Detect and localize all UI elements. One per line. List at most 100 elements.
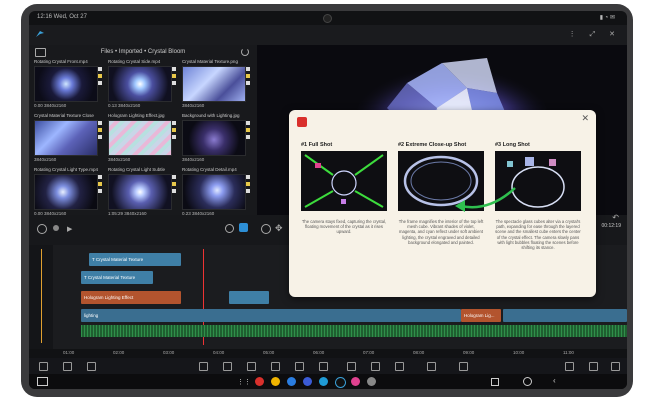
media-clip[interactable]: Rotating Crystal Light Type.mp4 0.00 384… bbox=[34, 167, 104, 219]
dock-app-icon[interactable] bbox=[287, 377, 296, 386]
track-clip-small[interactable] bbox=[229, 291, 269, 304]
app-logo-icon bbox=[297, 117, 307, 127]
clip-thumbnail bbox=[34, 174, 98, 210]
clip-meta: 3840x2160 bbox=[182, 103, 205, 108]
media-clip[interactable]: Rotating Crystal Side.mp4 0.13 3840x2160 bbox=[108, 59, 178, 111]
clip-thumbnail bbox=[108, 174, 172, 210]
clip-thumbnail bbox=[182, 174, 246, 210]
edit-tool-icon[interactable] bbox=[199, 362, 208, 371]
media-toolbar: ▶ bbox=[29, 215, 257, 245]
clip-thumbnail bbox=[182, 66, 246, 102]
track-clip-text-2[interactable]: T Crystal Material Texture bbox=[81, 271, 153, 284]
media-browser: Files • Imported • Crystal Bloom Rotatin… bbox=[29, 45, 257, 216]
media-clip[interactable]: Crystal Material Texture Close 3840x2160 bbox=[34, 113, 104, 165]
ruler-tick: 06:00 bbox=[313, 350, 325, 355]
edit-tool-icon[interactable] bbox=[295, 362, 304, 371]
dock-app-icon[interactable] bbox=[271, 377, 280, 386]
media-clip[interactable]: Hologram Lighting Effect.jpg 3840x2160 bbox=[108, 113, 178, 165]
refresh-icon[interactable] bbox=[241, 48, 249, 56]
clip-name: Rotating Crystal Detail.mp4 bbox=[182, 167, 237, 172]
edit-tool-icon[interactable] bbox=[565, 362, 574, 371]
dock-app-icon[interactable] bbox=[255, 377, 264, 386]
status-time: 12:16 Wed, Oct 27 bbox=[37, 14, 87, 20]
play-icon[interactable]: ▶ bbox=[67, 225, 72, 233]
edit-tool-icon[interactable] bbox=[459, 362, 468, 371]
clip-thumbnail bbox=[182, 120, 246, 156]
ruler-tick: 09:00 bbox=[463, 350, 475, 355]
folder-icon[interactable] bbox=[35, 48, 46, 57]
edit-tool-icon[interactable] bbox=[319, 362, 328, 371]
clip-meta: 3840x2160 bbox=[34, 157, 57, 162]
undo-icon[interactable] bbox=[37, 224, 47, 234]
media-clip[interactable]: Rotating Crystal Front.mp4 0.00 3840x216… bbox=[34, 59, 104, 111]
close-icon[interactable]: ✕ bbox=[581, 113, 589, 124]
clip-thumbnail bbox=[108, 120, 172, 156]
clip-meta: 0.13 3840x2160 bbox=[108, 103, 141, 108]
home-icon[interactable] bbox=[523, 377, 532, 386]
edit-tool-icon[interactable] bbox=[87, 362, 96, 371]
clip-name: Hologram Lighting Effect.jpg bbox=[108, 113, 165, 118]
edit-tool-icon[interactable] bbox=[271, 362, 280, 371]
system-nav-bar: ⋮⋮ ‹ bbox=[29, 374, 627, 389]
info-icon[interactable] bbox=[261, 224, 271, 234]
ruler-tick: 02:00 bbox=[113, 350, 125, 355]
window-controls-icon[interactable]: ⋮ ⤢ ✕ bbox=[569, 30, 621, 39]
media-clip[interactable]: Rotating Crystal Detail.mp4 0.23 3840x21… bbox=[182, 167, 252, 219]
keyboard-icon[interactable] bbox=[37, 377, 48, 386]
clip-name: Crystal Material Texture Close bbox=[34, 113, 94, 118]
shot-card[interactable]: #1 Full Shot The camera stays fixed, cap… bbox=[301, 142, 397, 235]
edit-tool-icon[interactable] bbox=[39, 362, 48, 371]
track-clip-overlay[interactable]: Hologram Lighting Effect bbox=[81, 291, 181, 304]
shot-title: #3 Long Shot bbox=[495, 142, 530, 148]
clip-meta: 3840x2160 bbox=[108, 157, 131, 162]
edit-tool-icon[interactable] bbox=[347, 362, 356, 371]
edit-tool-icon[interactable] bbox=[611, 362, 620, 371]
edit-tool-icon[interactable] bbox=[247, 362, 256, 371]
edit-tool-icon[interactable] bbox=[63, 362, 72, 371]
dock-app-icon[interactable] bbox=[367, 377, 376, 386]
edit-tool-icon[interactable] bbox=[223, 362, 232, 371]
status-icons: ▮ ◔ ✉ bbox=[599, 15, 615, 21]
media-clip[interactable]: Background with Lighting.jpg 3840x2160 bbox=[182, 113, 252, 165]
storyboard-popup: ✕ #1 Full Shot The camera stays fixed, c… bbox=[289, 110, 596, 297]
clip-name: Rotating Crystal Light Subtle bbox=[108, 167, 166, 172]
dock-app-icon[interactable] bbox=[303, 377, 312, 386]
ruler-tick: 03:00 bbox=[163, 350, 175, 355]
edit-tool-icon[interactable] bbox=[589, 362, 598, 371]
main-video-track[interactable]: lighting bbox=[81, 309, 461, 322]
transition-arrow-icon bbox=[455, 187, 516, 212]
ruler-tick: 05:00 bbox=[263, 350, 275, 355]
move-icon[interactable]: ✥ bbox=[275, 223, 283, 234]
media-clip[interactable]: Crystal Material Texture.png 3840x2160 bbox=[182, 59, 252, 111]
edit-tool-icon[interactable] bbox=[395, 362, 404, 371]
record-icon[interactable] bbox=[53, 225, 59, 231]
shot-description: The frame magnifies the interior of the … bbox=[398, 219, 484, 245]
track-clip-overlay-2[interactable]: Hologram Lig... bbox=[461, 309, 501, 322]
back-icon[interactable]: ‹ bbox=[553, 376, 556, 385]
dock-app-icon[interactable] bbox=[335, 377, 346, 388]
ruler-tick: 08:00 bbox=[413, 350, 425, 355]
scissors-icon[interactable] bbox=[371, 362, 380, 371]
select-icon[interactable] bbox=[239, 223, 248, 232]
ruler-tick: 11:00 bbox=[563, 350, 574, 355]
apps-grid-icon[interactable]: ⋮⋮ bbox=[237, 378, 251, 386]
dock-app-icon[interactable] bbox=[351, 377, 360, 386]
edit-toolbar bbox=[29, 358, 627, 374]
recents-icon[interactable] bbox=[491, 378, 499, 386]
time-readout: 00:12:19 bbox=[601, 223, 621, 229]
shot-description: The spectacle glass cubes alter via a cr… bbox=[495, 219, 581, 251]
rotate-icon[interactable]: ↶ bbox=[612, 213, 619, 222]
timeline-ruler: 01:00 02:00 03:00 04:00 05:00 06:00 07:0… bbox=[53, 349, 627, 358]
clip-name: Background with Lighting.jpg bbox=[182, 113, 240, 118]
media-clip[interactable]: Rotating Crystal Light Subtle 1:05:29 38… bbox=[108, 167, 178, 219]
media-browser-title: Files • Imported • Crystal Bloom bbox=[100, 49, 186, 55]
clip-name: Rotating Crystal Light Type.mp4 bbox=[34, 167, 98, 172]
track-clip-text-1[interactable]: T Crystal Material Texture bbox=[89, 253, 181, 266]
media-browser-header: Files • Imported • Crystal Bloom bbox=[29, 45, 257, 59]
app-logo-icon bbox=[36, 31, 44, 37]
dock-app-icon[interactable] bbox=[319, 377, 328, 386]
search-icon[interactable] bbox=[225, 224, 234, 233]
audio-waveform[interactable] bbox=[81, 325, 627, 337]
edit-tool-icon[interactable] bbox=[427, 362, 436, 371]
main-video-track-2[interactable] bbox=[503, 309, 627, 322]
